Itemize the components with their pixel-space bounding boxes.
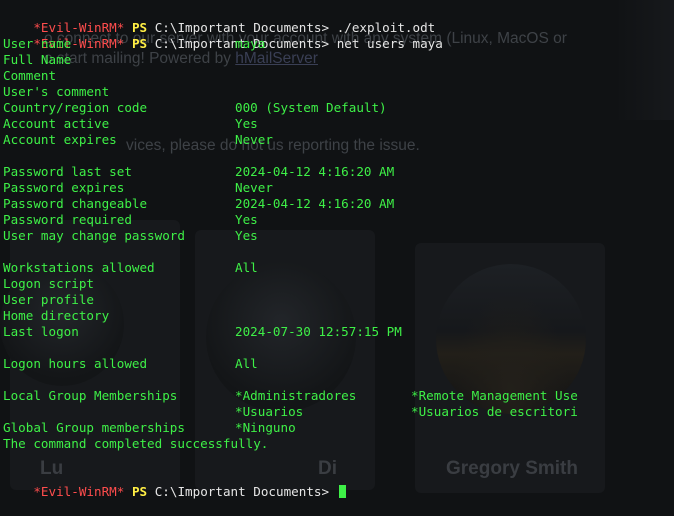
output-label: Workstations allowed (3, 260, 155, 275)
output-line: Password changeable 2024-04-12 4:16:20 AM (3, 196, 674, 212)
output-value: Yes (235, 228, 258, 243)
output-value: Yes (235, 116, 258, 131)
output-line: Home directory (3, 308, 674, 324)
output-label: User's comment (3, 84, 110, 99)
terminal-window[interactable]: *Evil-WinRM* PS C:\Important Documents> … (3, 4, 674, 499)
output-label: The command completed successfully. (3, 436, 269, 451)
text-cursor (338, 485, 346, 498)
prompt-name: *Evil-WinRM* (33, 484, 125, 499)
prompt-ps: PS (131, 484, 148, 499)
output-line: Country/region code 000 (System Default) (3, 100, 674, 116)
output-label: Password changeable (3, 196, 148, 211)
output-label: Password last set (3, 164, 132, 179)
output-value: maya (235, 36, 266, 51)
output-line: User name maya (3, 36, 674, 52)
output-line: User profile (3, 292, 674, 308)
output-value: Yes (235, 212, 258, 227)
output-line: Comment (3, 68, 674, 84)
output-line: Last logon 2024-07-30 12:57:15 PM (3, 324, 674, 340)
prompt-path: C:\Important Documents> (154, 484, 330, 499)
output-label: Last logon (3, 324, 79, 339)
output-line: Password required Yes (3, 212, 674, 228)
output-label: Password expires (3, 180, 125, 195)
output-value: 000 (System Default) (235, 100, 387, 115)
output-line: Logon script (3, 276, 674, 292)
output-label: User may change password (3, 228, 185, 243)
output-value: 2024-07-30 12:57:15 PM (235, 324, 402, 339)
output-line: *Usuarios *Usuarios de escritori (3, 404, 674, 420)
output-label: Global Group memberships (3, 420, 185, 435)
output-label: Home directory (3, 308, 110, 323)
output-value: *Usuarios (235, 404, 304, 419)
output-label: Account active (3, 116, 110, 131)
output-line: Global Group memberships *Ninguno (3, 420, 674, 436)
output-line: Local Group Memberships *Administradores *… (3, 388, 674, 404)
output-value: Never (235, 180, 273, 195)
output-label: User name (3, 36, 72, 51)
prompt-line: *Evil-WinRM* PS C:\Important Documents> … (3, 4, 674, 35)
output-line: The command completed successfully. (3, 436, 674, 452)
output-line: User's comment (3, 84, 674, 100)
output-line: Account active Yes (3, 116, 674, 132)
output-label: Country/region code (3, 100, 148, 115)
output-value: All (235, 260, 258, 275)
output-line: Logon hours allowed All (3, 356, 674, 372)
output-label: Local Group Memberships (3, 388, 178, 403)
output-label: Full Name (3, 52, 72, 67)
output-value: 2024-04-12 4:16:20 AM (235, 164, 395, 179)
output-line: User may change password Yes (3, 228, 674, 244)
output-line: Full Name (3, 52, 674, 68)
prompt-line: *Evil-WinRM* PS C:\Important Documents> … (3, 20, 674, 51)
output-value: *Ninguno (235, 420, 296, 435)
output-value: *Administradores (235, 388, 357, 403)
output-value: Never (235, 132, 273, 147)
output-line: Password last set 2024-04-12 4:16:20 AM (3, 164, 674, 180)
output-label: Password required (3, 212, 132, 227)
output-label: Comment (3, 68, 57, 83)
output-line: Workstations allowed All (3, 260, 674, 276)
active-prompt-line[interactable]: *Evil-WinRM* PS C:\Important Documents> (3, 468, 674, 499)
output-line: Password expires Never (3, 180, 674, 196)
output-label: Logon hours allowed (3, 356, 148, 371)
output-label: Account expires (3, 132, 117, 147)
output-value: All (235, 356, 258, 371)
output-value: 2024-04-12 4:16:20 AM (235, 196, 395, 211)
output-label: User profile (3, 292, 94, 307)
output-value-extra: *Remote Management Use (411, 388, 578, 403)
output-label: Logon script (3, 276, 94, 291)
command-output: User name maya Full Name Comment User's comm… (3, 36, 674, 468)
output-value-extra: *Usuarios de escritori (411, 404, 578, 419)
output-line: Account expires Never (3, 132, 674, 148)
